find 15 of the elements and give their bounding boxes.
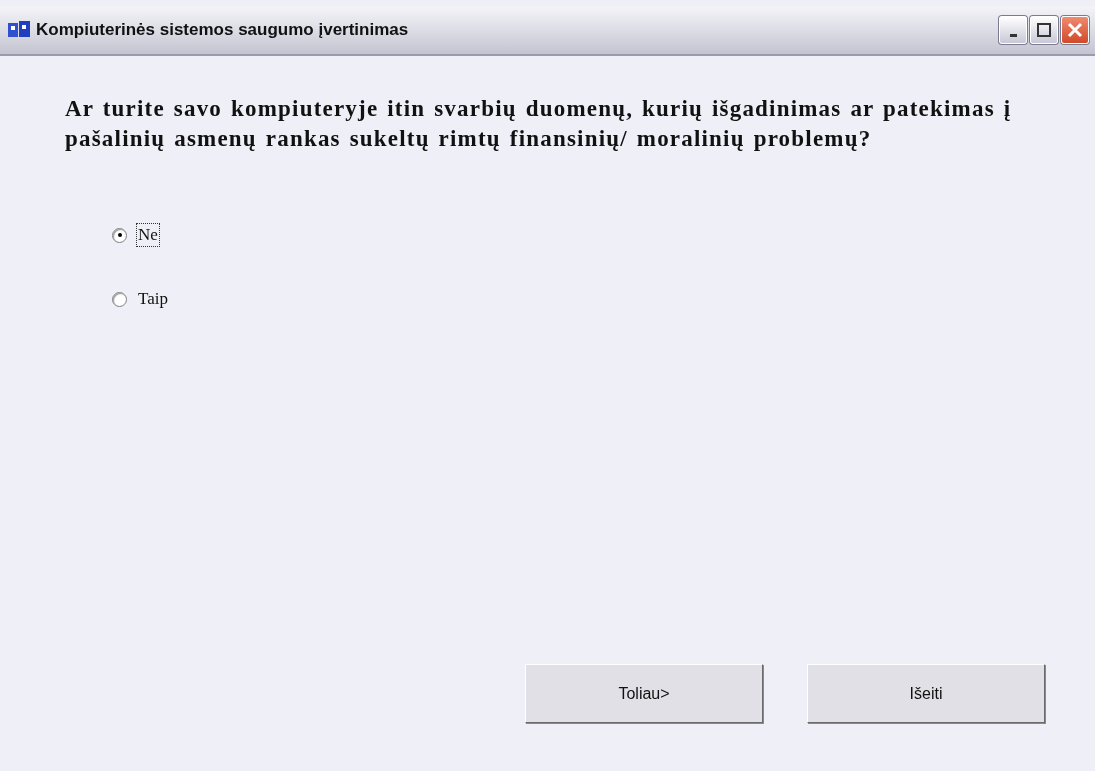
question-text: Ar turite savo kompiuteryje itin svarbių duomenų, kurių išgadinimas ar patekimas į pašalinių asmenų rankas sukeltų rimtų finansinių/ moralinių problemų?	[65, 95, 1013, 153]
maximize-button[interactable]	[1030, 16, 1058, 44]
app-icon	[8, 21, 30, 39]
radio-button[interactable]	[112, 291, 127, 307]
close-icon	[1067, 22, 1083, 38]
maximize-icon	[1037, 23, 1051, 37]
window-title: Kompiuterinės sistemos saugumo įvertinimas	[36, 20, 410, 40]
minimize-icon	[1009, 33, 1017, 37]
close-button[interactable]	[1061, 16, 1089, 44]
radio-button[interactable]	[112, 227, 127, 243]
exit-button[interactable]: Išeiti	[807, 664, 1045, 723]
option-label[interactable]: Taip	[136, 287, 170, 311]
option-label[interactable]: Ne	[136, 223, 160, 247]
minimize-button[interactable]	[999, 16, 1027, 44]
next-button[interactable]: Toliau>	[525, 664, 763, 723]
